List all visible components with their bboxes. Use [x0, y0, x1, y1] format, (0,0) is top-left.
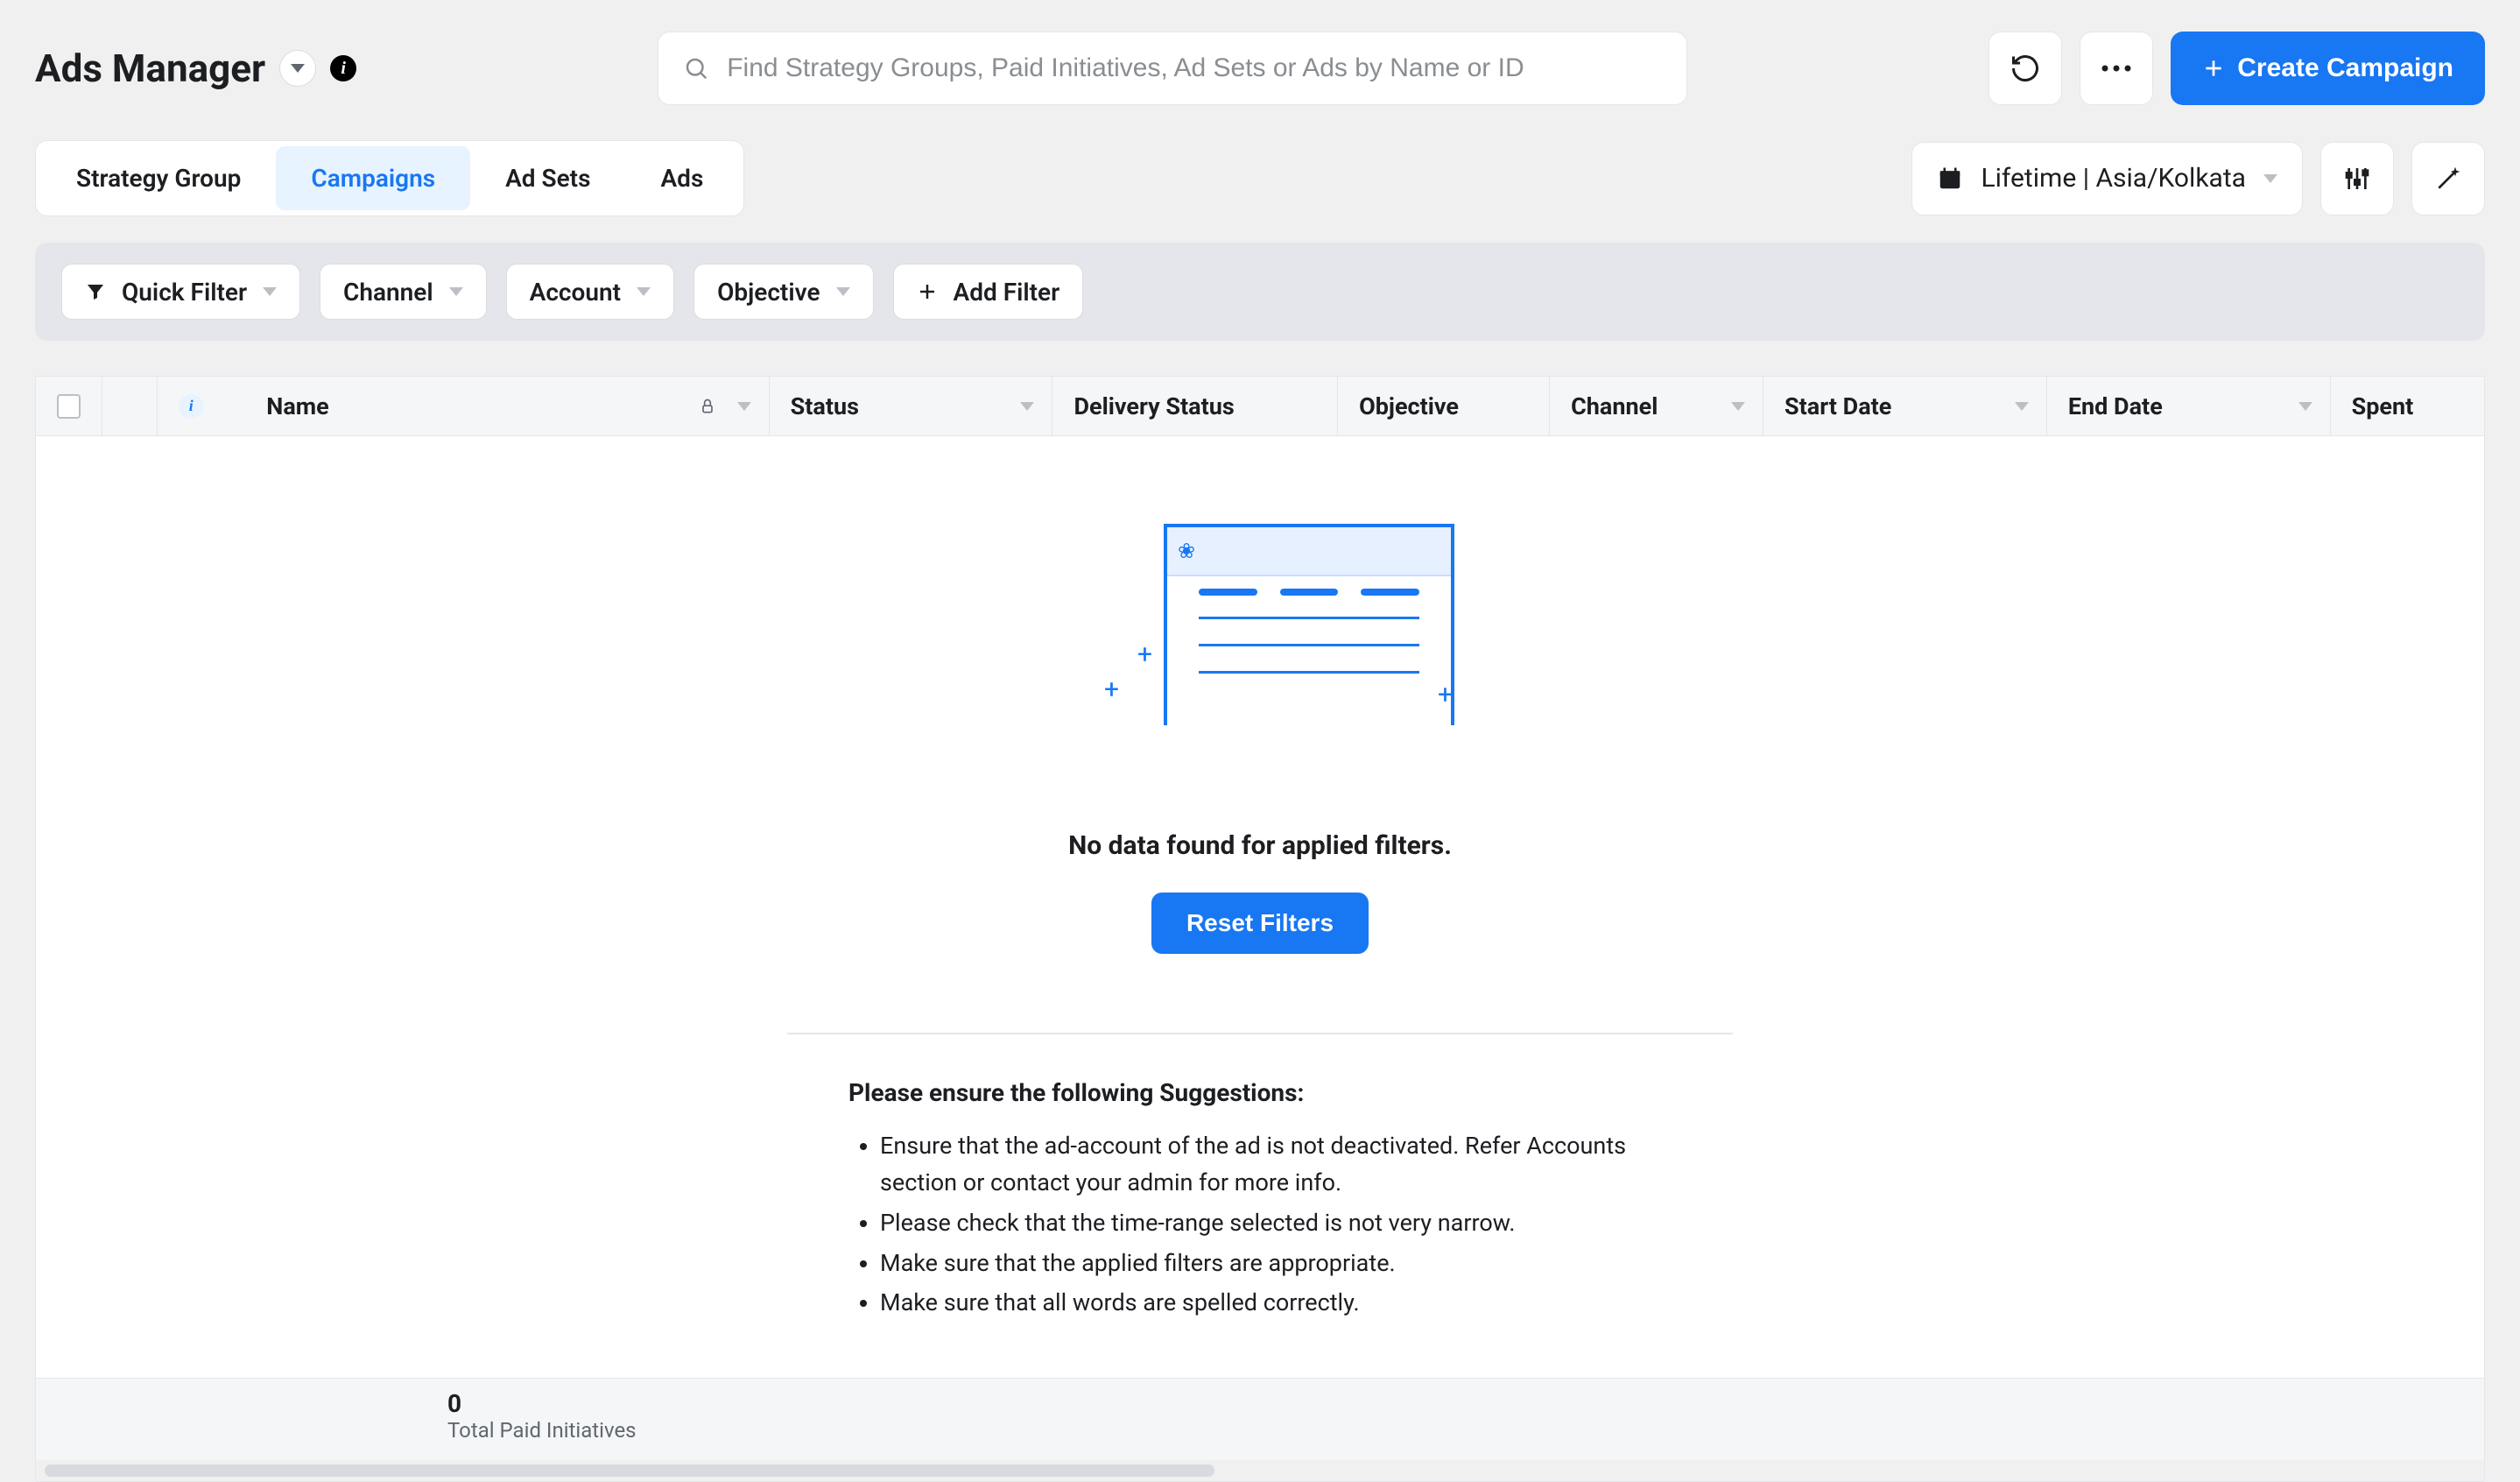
chevron-down-icon: [2015, 402, 2029, 411]
chevron-down-icon: [737, 402, 751, 411]
search-input[interactable]: [727, 53, 1662, 83]
column-channel[interactable]: Channel: [1550, 377, 1763, 435]
column-delivery-label: Delivery Status: [1073, 392, 1234, 420]
suggestion-item: Please check that the time-range selecte…: [880, 1205, 1672, 1242]
channel-filter-label: Channel: [343, 278, 433, 307]
info-icon: i: [179, 394, 203, 419]
column-end-date[interactable]: End Date: [2047, 377, 2331, 435]
column-select-all[interactable]: [36, 377, 102, 435]
add-filter-label: Add Filter: [954, 278, 1060, 307]
sliders-icon: [2343, 165, 2371, 193]
channel-filter-button[interactable]: Channel: [320, 264, 487, 320]
lock-icon: [699, 396, 716, 417]
suggestion-item: Make sure that all words are spelled cor…: [880, 1285, 1672, 1322]
column-channel-label: Channel: [1571, 392, 1658, 420]
chevron-down-icon: [263, 287, 277, 296]
sparkle-icon: +: [1104, 674, 1119, 705]
column-end-label: End Date: [2068, 392, 2163, 420]
column-status[interactable]: Status: [770, 377, 1053, 435]
chevron-down-icon: [449, 287, 463, 296]
leaf-icon: ❀: [1178, 539, 1195, 563]
horizontal-scrollbar[interactable]: [36, 1460, 2484, 1481]
date-range-label: Lifetime | Asia/Kolkata: [1981, 163, 2246, 194]
sparkle-icon: +: [1438, 680, 1453, 710]
reset-filters-button[interactable]: Reset Filters: [1151, 893, 1369, 954]
select-all-checkbox[interactable]: [57, 394, 81, 419]
empty-state: ❀ + + + No data found for applied filter…: [36, 436, 2484, 1378]
chevron-down-icon: [2263, 174, 2277, 183]
refresh-icon: [2010, 53, 2041, 84]
account-filter-button[interactable]: Account: [506, 264, 674, 320]
empty-state-title: No data found for applied filters.: [1068, 830, 1452, 861]
tab-strategy-group[interactable]: Strategy Group: [41, 146, 276, 210]
suggestions-title: Please ensure the following Suggestions:: [848, 1078, 1672, 1107]
date-range-button[interactable]: Lifetime | Asia/Kolkata: [1911, 142, 2303, 215]
tab-ad-sets[interactable]: Ad Sets: [470, 146, 625, 210]
title-dropdown-button[interactable]: [279, 50, 316, 87]
empty-illustration: ❀ + + +: [1067, 524, 1453, 734]
objective-filter-label: Objective: [717, 278, 820, 307]
more-icon: [2101, 64, 2132, 73]
objective-filter-button[interactable]: Objective: [693, 264, 873, 320]
refresh-button[interactable]: [1989, 32, 2062, 105]
data-table: i Name Status Delivery Status Objective …: [35, 376, 2485, 1482]
column-objective[interactable]: Objective: [1338, 377, 1550, 435]
sparkle-icon: +: [1137, 639, 1152, 670]
funnel-icon: [85, 281, 106, 302]
column-objective-label: Objective: [1359, 392, 1459, 420]
search-icon: [683, 55, 709, 81]
column-delivery[interactable]: Delivery Status: [1052, 377, 1338, 435]
chevron-down-icon: [291, 64, 305, 73]
magic-wand-icon: [2434, 165, 2462, 193]
columns-button[interactable]: [2320, 142, 2394, 215]
calendar-icon: [1937, 166, 1963, 192]
table-header-row: i Name Status Delivery Status Objective …: [36, 377, 2484, 436]
account-filter-label: Account: [530, 278, 621, 307]
search-field[interactable]: [658, 32, 1687, 105]
column-start-label: Start Date: [1784, 392, 1891, 420]
table-footer: 0 Total Paid Initiatives: [36, 1378, 2484, 1460]
tab-ads[interactable]: Ads: [625, 146, 738, 210]
info-icon[interactable]: i: [330, 55, 356, 81]
magic-button[interactable]: [2411, 142, 2485, 215]
tab-campaigns[interactable]: Campaigns: [276, 146, 470, 210]
footer-label: Total Paid Initiatives: [447, 1418, 2484, 1443]
column-spent-label: Spent: [2352, 392, 2414, 420]
more-button[interactable]: [2080, 32, 2153, 105]
chevron-down-icon: [1731, 402, 1745, 411]
suggestion-item: Ensure that the ad-account of the ad is …: [880, 1128, 1672, 1202]
chevron-down-icon: [2298, 402, 2312, 411]
suggestion-item: Make sure that the applied filters are a…: [880, 1246, 1672, 1282]
chevron-down-icon: [836, 287, 850, 296]
create-campaign-button[interactable]: Create Campaign: [2171, 32, 2485, 105]
entity-tabs: Strategy Group Campaigns Ad Sets Ads: [35, 140, 744, 216]
quick-filter-label: Quick Filter: [122, 278, 247, 307]
chevron-down-icon: [637, 287, 651, 296]
column-name-label: Name: [266, 392, 328, 420]
column-name[interactable]: i Name: [158, 377, 769, 435]
footer-count: 0: [447, 1389, 2484, 1418]
quick-filter-button[interactable]: Quick Filter: [61, 264, 300, 320]
add-filter-button[interactable]: Add Filter: [893, 264, 1084, 320]
suggestions-list: Ensure that the ad-account of the ad is …: [848, 1128, 1672, 1322]
plus-icon: [917, 281, 938, 302]
scrollbar-thumb[interactable]: [45, 1464, 1214, 1477]
column-info: [102, 377, 158, 435]
column-spent[interactable]: Spent: [2331, 377, 2484, 435]
divider: [787, 1033, 1733, 1034]
page-title: Ads Manager: [35, 46, 265, 91]
create-campaign-label: Create Campaign: [2237, 53, 2453, 83]
column-start-date[interactable]: Start Date: [1763, 377, 2047, 435]
column-status-label: Status: [791, 392, 859, 420]
filter-bar: Quick Filter Channel Account Objective A…: [35, 243, 2485, 341]
plus-icon: [2202, 57, 2225, 80]
chevron-down-icon: [1020, 402, 1034, 411]
